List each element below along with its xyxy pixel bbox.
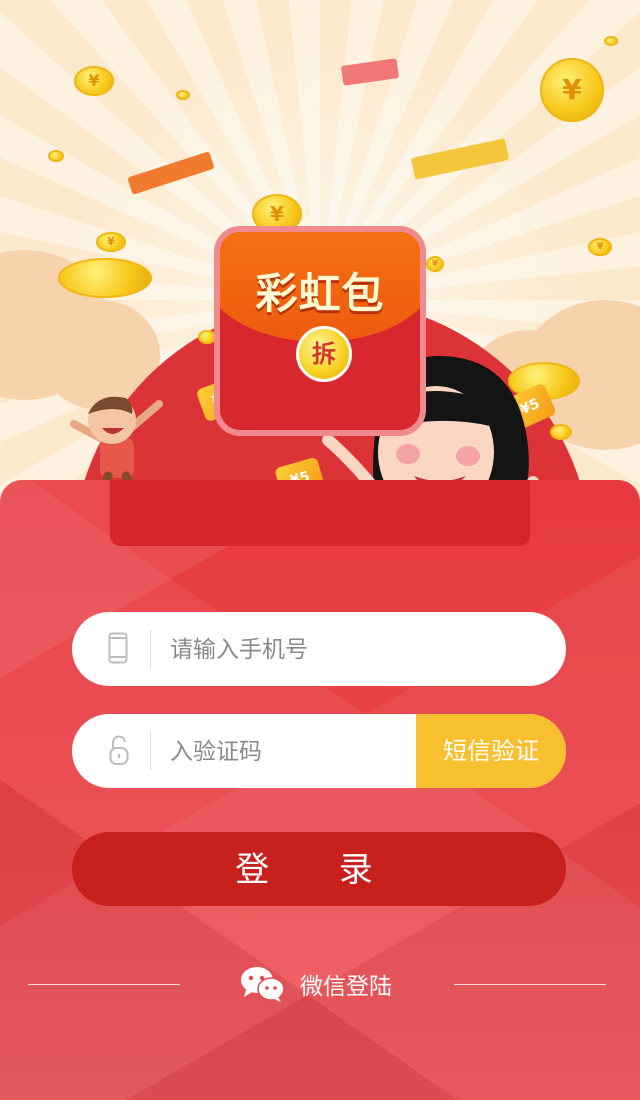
phone-input[interactable] bbox=[168, 612, 472, 686]
red-envelope-body: 彩虹包 拆 bbox=[220, 232, 420, 430]
coin-icon: ¥ bbox=[74, 66, 114, 96]
code-field[interactable]: 短信验证 bbox=[72, 714, 566, 788]
confetti bbox=[340, 58, 400, 86]
hero-illustration: ¥ ¥ ¥ ¥ ¥ ¥ ¥5 ¥5 ¥5 ¥5 bbox=[0, 0, 640, 560]
code-input[interactable] bbox=[168, 714, 392, 788]
envelope-title: 彩虹包 bbox=[255, 269, 385, 318]
red-envelope-icon[interactable]: 彩虹包 拆 bbox=[214, 226, 426, 436]
phone-icon bbox=[108, 632, 128, 664]
sms-verify-button[interactable]: 短信验证 bbox=[416, 714, 566, 788]
confetti bbox=[410, 138, 510, 180]
coin-stack-icon bbox=[58, 258, 152, 298]
coin-icon: ¥ bbox=[588, 238, 612, 256]
field-separator bbox=[150, 732, 151, 770]
wechat-icon bbox=[241, 967, 285, 1002]
divider-left bbox=[28, 984, 180, 985]
coin-icon bbox=[48, 150, 64, 162]
divider-right bbox=[454, 984, 606, 985]
login-button[interactable]: 登 录 bbox=[72, 832, 566, 906]
field-separator bbox=[150, 630, 151, 668]
coin-icon: ¥ bbox=[426, 256, 444, 272]
phone-field[interactable] bbox=[72, 612, 566, 686]
panel-notch bbox=[110, 480, 530, 546]
coin-icon: ¥ bbox=[540, 58, 604, 122]
login-panel bbox=[0, 480, 640, 1100]
coin-icon bbox=[604, 36, 618, 46]
wechat-login-link[interactable]: 微信登陆 bbox=[240, 962, 392, 1006]
open-envelope-button[interactable]: 拆 bbox=[296, 326, 352, 382]
coin-icon bbox=[550, 424, 572, 440]
wechat-login-label: 微信登陆 bbox=[300, 974, 392, 1000]
confetti bbox=[127, 151, 215, 195]
coin-icon bbox=[176, 90, 190, 100]
lock-icon bbox=[109, 735, 129, 765]
coin-icon: ¥ bbox=[96, 232, 126, 252]
